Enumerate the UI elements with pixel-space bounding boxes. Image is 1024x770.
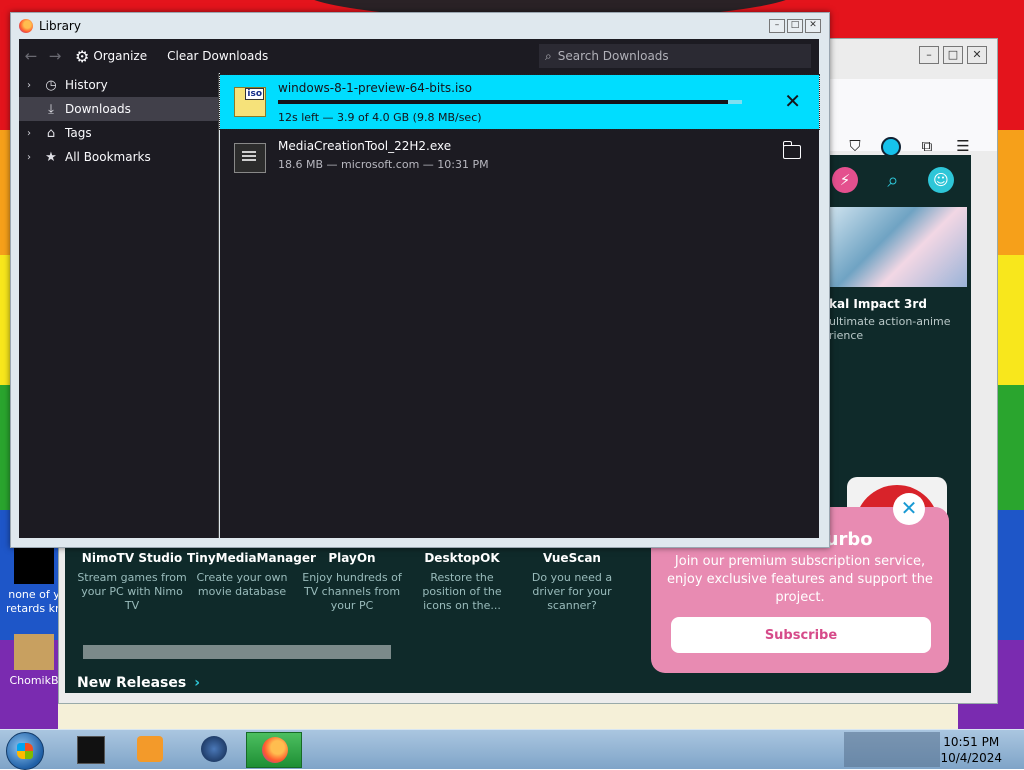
chevron-right-icon[interactable]: › <box>27 128 41 139</box>
download-item[interactable]: iso windows-8-1-preview-64-bits.iso 12s … <box>219 74 820 130</box>
sidebar-item-history[interactable]: › ◷ History <box>19 73 218 97</box>
star-icon: ★ <box>45 149 57 165</box>
download-status: 18.6 MB — microsoft.com — 10:31 PM <box>278 158 489 171</box>
library-window: Library – □ ✕ ← → ⚙ Organize Clear Downl… <box>10 12 830 548</box>
store-header-icons: ⚡ ⌕ ☺ <box>832 167 954 193</box>
download-filename: MediaCreationTool_22H2.exe <box>278 139 452 153</box>
desktop-icon-label: none of y retards kn <box>6 588 62 615</box>
clock-date: 10/4/2024 <box>940 751 1002 765</box>
download-icon: ⤓ <box>48 101 54 117</box>
library-toolbar: ← → ⚙ Organize Clear Downloads ⌕ <box>19 39 819 73</box>
globe-icon <box>201 736 227 762</box>
download-progress-fill <box>278 100 729 104</box>
desktop-icon-label: ChomikB <box>9 674 59 687</box>
taskbar-app-globe[interactable] <box>186 732 240 766</box>
back-arrow-icon[interactable]: ← <box>19 47 43 65</box>
wallpaper-strip <box>58 700 958 730</box>
pocket-icon[interactable]: ⛉ <box>845 137 865 157</box>
browser-window-controls: – □ ✕ <box>919 46 987 64</box>
chevron-right-icon[interactable]: › <box>27 152 41 163</box>
downloads-list: iso windows-8-1-preview-64-bits.iso 12s … <box>219 73 820 538</box>
download-item[interactable]: MediaCreationTool_22H2.exe 18.6 MB — mic… <box>220 131 819 185</box>
app-item-desktopok[interactable]: DesktopOK Restore the position of the ic… <box>407 551 517 613</box>
desktop-icon-chomik[interactable]: ChomikB <box>6 634 62 688</box>
minimize-button[interactable]: – <box>919 46 939 64</box>
account-icon[interactable] <box>881 137 901 157</box>
taskbar-app-terminal[interactable] <box>62 732 116 766</box>
taskbar-app-media-player[interactable] <box>122 732 176 766</box>
sidebar-item-downloads[interactable]: ⤓ Downloads <box>19 97 218 121</box>
library-sidebar: › ◷ History ⤓ Downloads › ⌂ Tags › ★ All… <box>19 73 219 538</box>
app-item-nimotv[interactable]: NimoTV Studio Stream games from your PC … <box>77 551 187 613</box>
chevron-right-icon[interactable]: › <box>27 80 41 91</box>
game-banner-image[interactable] <box>829 207 967 287</box>
maximize-button[interactable]: □ <box>943 46 963 64</box>
app-list: NimoTV Studio Stream games from your PC … <box>77 551 637 613</box>
taskbar-app-firefox[interactable] <box>246 732 302 768</box>
firefox-icon <box>262 737 288 763</box>
extensions-icon[interactable]: ⧉ <box>917 137 937 157</box>
search-input[interactable] <box>555 48 790 64</box>
game-title[interactable]: kal Impact 3rd <box>829 297 927 311</box>
search-icon[interactable]: ⌕ <box>880 167 906 193</box>
window-controls: – □ ✕ <box>769 19 821 33</box>
horizontal-scrollbar[interactable] <box>83 645 391 659</box>
download-filename: windows-8-1-preview-64-bits.iso <box>278 81 472 95</box>
forward-arrow-icon[interactable]: → <box>43 47 67 65</box>
clock-icon: ◷ <box>45 77 57 93</box>
app-item-playon[interactable]: PlayOn Enjoy hundreds of TV channels fro… <box>297 551 407 613</box>
taskbar: 10:51 PM 10/4/2024 <box>0 729 1024 770</box>
close-button[interactable]: ✕ <box>805 19 821 33</box>
firefox-icon <box>19 19 33 33</box>
search-icon: ⌕ <box>545 48 552 63</box>
window-title: Library <box>39 19 81 33</box>
new-releases-link[interactable]: New Releases › <box>77 675 200 691</box>
subscribe-button[interactable]: Subscribe <box>671 617 931 653</box>
app-item-tinymediamanager[interactable]: TinyMediaManager Create your own movie d… <box>187 551 316 613</box>
app-item-vuescan[interactable]: VueScan Do you need a driver for your sc… <box>517 551 627 613</box>
terminal-icon <box>77 736 105 764</box>
clock-time: 10:51 PM <box>943 735 1000 749</box>
clear-downloads-button[interactable]: Clear Downloads <box>167 49 268 63</box>
chomik-icon <box>14 634 54 670</box>
close-icon[interactable]: ✕ <box>893 493 925 525</box>
lightning-icon[interactable]: ⚡ <box>832 167 858 193</box>
system-tray[interactable] <box>844 732 940 767</box>
search-box: ⌕ <box>539 44 811 68</box>
sidebar-item-tags[interactable]: › ⌂ Tags <box>19 121 218 145</box>
exe-file-icon <box>234 143 266 173</box>
media-player-icon <box>137 736 163 762</box>
maximize-button[interactable]: □ <box>787 19 803 33</box>
taskbar-clock[interactable]: 10:51 PM 10/4/2024 <box>940 734 1002 766</box>
cancel-download-icon[interactable]: ✕ <box>784 89 801 113</box>
start-button[interactable] <box>6 732 44 770</box>
user-icon[interactable]: ☺ <box>928 167 954 193</box>
file-icon <box>14 548 54 584</box>
menu-icon[interactable]: ☰ <box>953 137 973 157</box>
sidebar-item-all-bookmarks[interactable]: › ★ All Bookmarks <box>19 145 218 169</box>
download-status: 12s left — 3.9 of 4.0 GB (9.8 MB/sec) <box>278 111 482 124</box>
download-progress-bar <box>278 100 742 104</box>
library-titlebar: Library <box>19 19 81 33</box>
tag-icon: ⌂ <box>46 125 56 141</box>
desktop-icon-file[interactable]: none of y retards kn <box>6 548 62 616</box>
minimize-button[interactable]: – <box>769 19 785 33</box>
chevron-right-icon: › <box>194 675 200 691</box>
folder-icon[interactable] <box>783 141 801 159</box>
iso-file-icon: iso <box>234 87 266 117</box>
gear-icon: ⚙ <box>75 46 90 66</box>
turbo-text: Join our premium subscription service, e… <box>667 554 933 605</box>
organize-button[interactable]: ⚙ Organize <box>75 47 147 66</box>
game-description: ultimate action-anime rience <box>829 315 951 342</box>
close-button[interactable]: ✕ <box>967 46 987 64</box>
